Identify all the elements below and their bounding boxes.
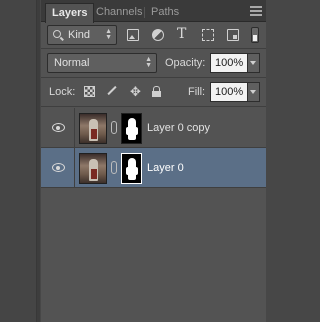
fill-input[interactable]: 100% (210, 82, 248, 102)
tab-layers[interactable]: Layers (45, 3, 95, 23)
blend-mode-value: Normal (54, 57, 90, 69)
layer-list-empty-area[interactable] (41, 190, 266, 322)
lock-image-pixels-icon[interactable] (107, 86, 118, 97)
layer-mask-thumbnail[interactable] (121, 153, 142, 184)
layer-row-selected[interactable]: Layer 0 (41, 148, 266, 188)
filter-kind-select[interactable]: Kind ▲ ▼ (47, 25, 117, 45)
blend-row: Normal ▲ ▼ Opacity: 100% (41, 49, 266, 77)
lock-position-icon[interactable]: ✥ (130, 85, 141, 98)
type-filter-icon[interactable]: T (177, 27, 189, 41)
fill-label: Fill: (188, 86, 206, 98)
lock-row: Lock: ✥ Fill: 100% (41, 78, 266, 106)
layer-thumbnail[interactable] (79, 113, 107, 144)
layer-thumbnail[interactable] (79, 153, 107, 184)
visibility-column (41, 148, 75, 188)
mask-silhouette (126, 158, 138, 180)
layer-list: Layer 0 copy Layer 0 (41, 108, 266, 188)
thumbnail-figure-detail (91, 169, 97, 179)
updown-arrows-icon: ▲ ▼ (105, 28, 112, 41)
left-dock-strip (0, 0, 40, 322)
tab-paths[interactable]: Paths (145, 3, 185, 22)
panel-tab-bar: Layers Channels Paths (41, 0, 266, 23)
fill-dropdown-button[interactable] (248, 82, 260, 102)
image-filter-icon[interactable] (127, 29, 139, 41)
chain-link-icon[interactable] (111, 161, 117, 174)
chain-link-icon[interactable] (111, 121, 117, 134)
opacity-label: Opacity: (165, 57, 206, 69)
adjustment-filter-icon[interactable] (152, 29, 164, 41)
opacity-dropdown-button[interactable] (248, 53, 260, 73)
updown-arrows-icon: ▲ ▼ (145, 56, 152, 69)
filter-toggle-switch[interactable] (251, 27, 259, 43)
layer-name[interactable]: Layer 0 (147, 162, 184, 174)
search-icon (53, 30, 61, 38)
eye-icon[interactable] (52, 123, 65, 132)
tab-channels[interactable]: Channels (90, 3, 148, 22)
lock-all-icon[interactable] (151, 86, 162, 97)
layers-panel: Layers Channels Paths Kind ▲ ▼ T Normal ▲… (41, 0, 266, 322)
dock-edge (36, 0, 40, 322)
layer-name[interactable]: Layer 0 copy (147, 122, 210, 134)
smart-object-filter-icon[interactable] (227, 29, 239, 41)
blend-mode-select[interactable]: Normal ▲ ▼ (47, 53, 157, 73)
thumbnail-figure-detail (91, 129, 97, 139)
layer-mask-thumbnail[interactable] (121, 113, 142, 144)
filter-row: Kind ▲ ▼ T (41, 22, 266, 48)
visibility-column (41, 108, 75, 148)
filter-kind-label: Kind (68, 29, 91, 41)
divider (41, 106, 266, 107)
layer-row[interactable]: Layer 0 copy (41, 108, 266, 148)
shape-filter-icon[interactable] (202, 29, 214, 41)
mask-silhouette (126, 118, 138, 140)
lock-transparent-pixels-icon[interactable] (84, 86, 95, 97)
lock-label: Lock: (49, 86, 76, 98)
opacity-input[interactable]: 100% (210, 53, 248, 73)
panel-menu-icon[interactable] (250, 6, 262, 16)
eye-icon[interactable] (52, 163, 65, 172)
